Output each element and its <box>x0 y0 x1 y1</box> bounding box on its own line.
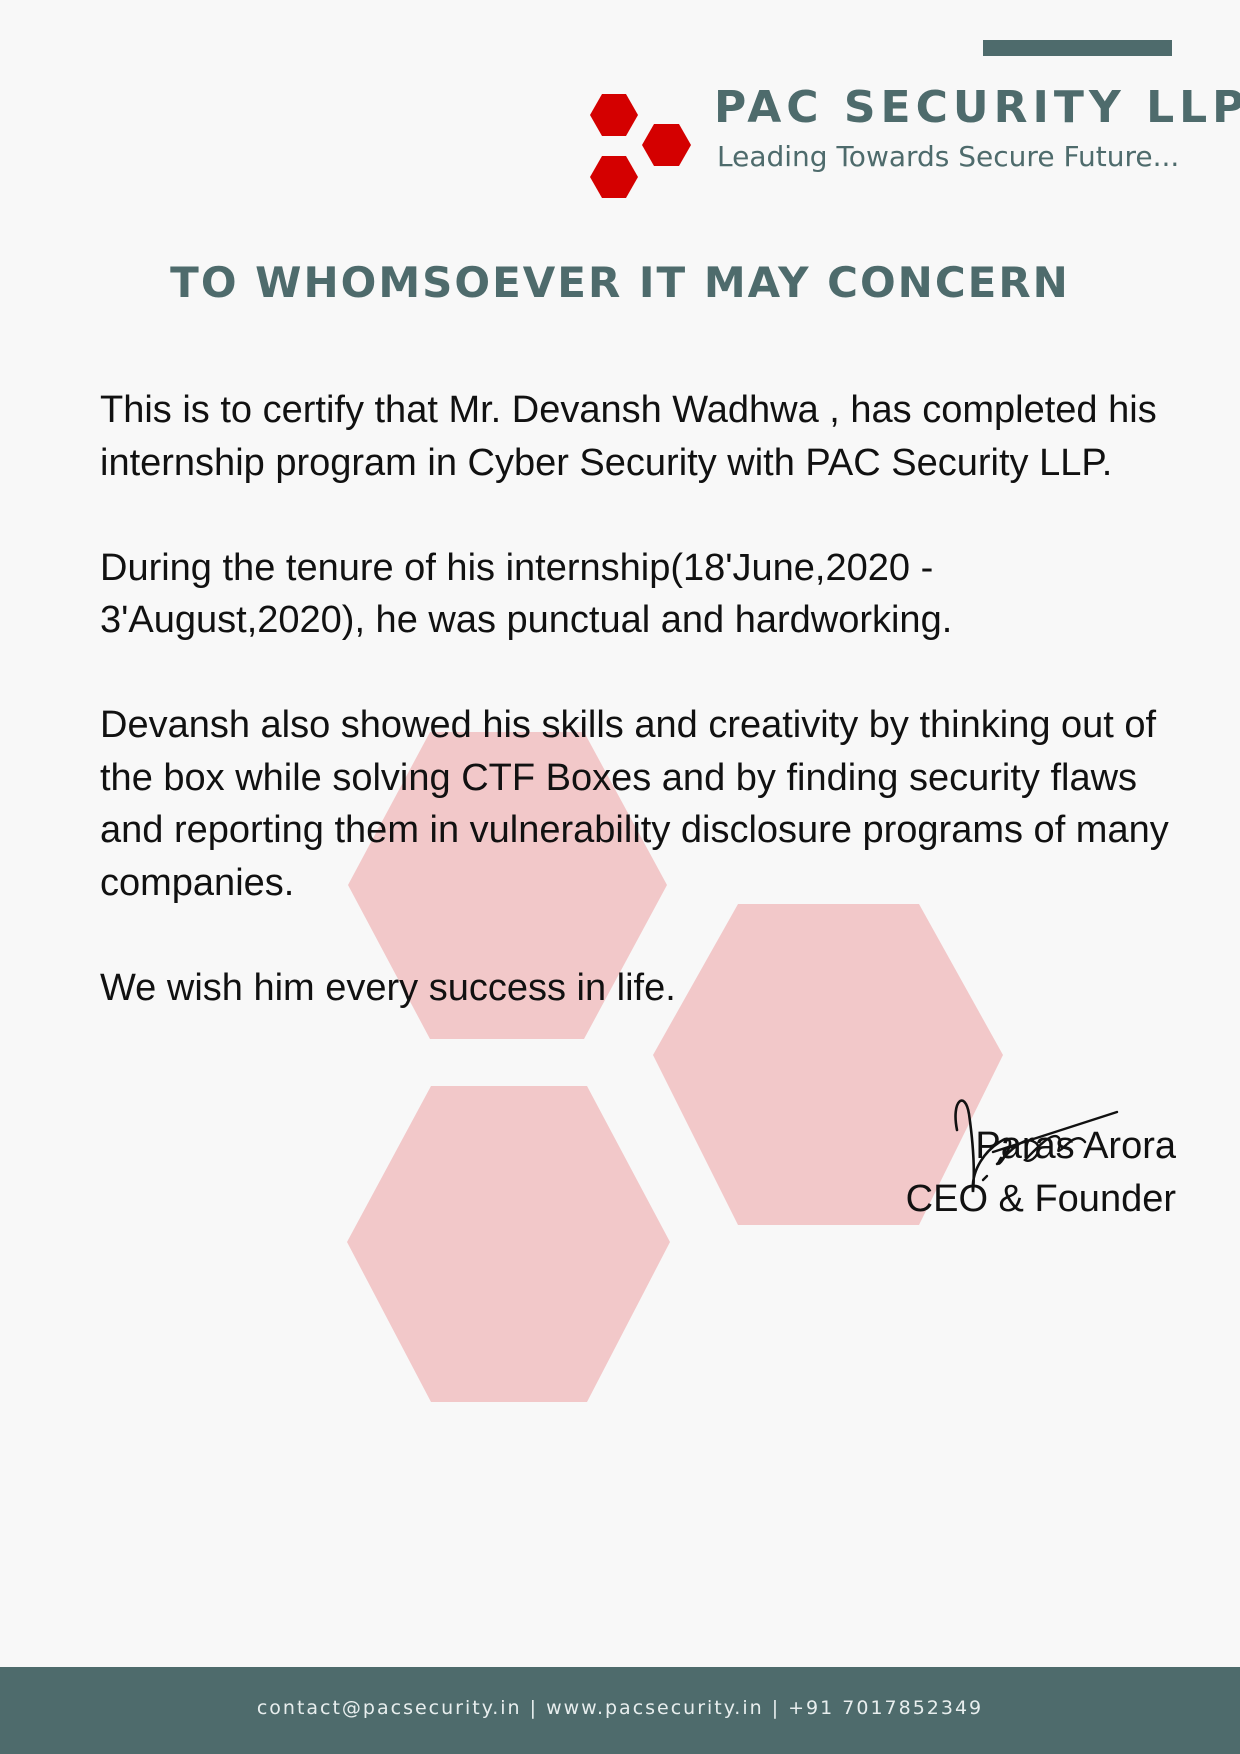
header-accent-bar <box>983 40 1172 56</box>
company-tagline: Leading Towards Secure Future... <box>717 140 1180 173</box>
signature-icon <box>954 1099 1119 1193</box>
footer-contact: contact@pacsecurity.in | www.pacsecurity… <box>256 1697 984 1719</box>
company-logo-icon <box>590 94 691 198</box>
paragraph-tenure: During the tenure of his internship(18'J… <box>100 546 953 642</box>
paragraph-certification: This is to certify that Mr. Devansh Wadh… <box>100 389 1157 484</box>
paragraph-skills: Devansh also showed his skills and creat… <box>100 704 1169 904</box>
footer-bar: contact@pacsecurity.in | www.pacsecurity… <box>0 1667 1240 1754</box>
company-name: PAC SECURITY LLP <box>714 82 1240 133</box>
letter-body: This is to certify that Mr. Devansh Wadh… <box>100 384 1180 1067</box>
letter-heading: TO WHOMSOEVER IT MAY CONCERN <box>170 258 1070 307</box>
paragraph-wishes: We wish him every success in life. <box>100 966 676 1009</box>
